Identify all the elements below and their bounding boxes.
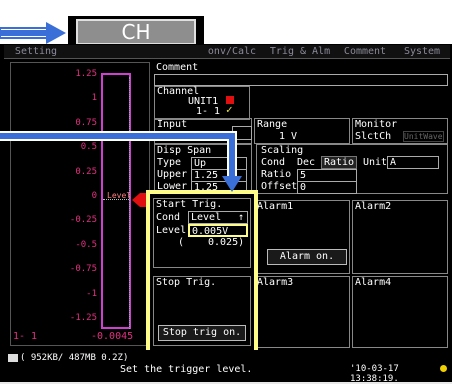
tab-setting[interactable]: Setting: [6, 46, 66, 58]
scaling-group: Scaling Cond Dec Ratio Unit A Ratio 5 Of…: [256, 144, 448, 194]
start-trig-group: Start Trig. Cond Level ↑ Level 0.005V ( …: [153, 198, 251, 268]
status-datetime: '10-03-17 13:38:19.: [350, 364, 399, 384]
start-trig-cond-field[interactable]: Level ↑: [188, 211, 248, 224]
y-tick-label: 1.25: [75, 69, 97, 79]
status-bar: ( 952KB/ 487MB 0.2Z) Set the trigger lev…: [0, 350, 452, 384]
y-tick-label: -0.25: [69, 215, 97, 226]
guide-arrow-icon: [0, 131, 242, 192]
check-icon: ✓: [226, 103, 233, 116]
scaling-cond-dec[interactable]: Dec: [297, 157, 315, 168]
alarm3-label: Alarm3: [257, 277, 294, 288]
alarm-on-button[interactable]: Alarm on.: [267, 249, 347, 265]
monitor-dim-option[interactable]: UnitWave: [403, 131, 444, 142]
waveform-bottom-value: -0.0045: [91, 331, 134, 342]
stop-trig-label: Stop Trig.: [156, 277, 217, 288]
waveform-range-box: [101, 73, 131, 329]
monitor-value[interactable]: SlctCh: [355, 131, 391, 142]
alarm2-group: Alarm2: [352, 200, 448, 274]
start-trig-cond-value: Level: [191, 212, 222, 223]
tab-conv-calc[interactable]: onv/Calc: [204, 46, 260, 58]
scaling-cond-ratio[interactable]: Ratio: [321, 156, 357, 169]
start-trig-level-label: Level: [156, 225, 187, 236]
channel-number[interactable]: 1- 1: [196, 106, 220, 117]
monitor-group: Monitor SlctCh UnitWave: [352, 118, 448, 144]
waveform-grid-line: [129, 77, 130, 329]
comment-field[interactable]: [154, 74, 448, 86]
alarm4-group: Alarm4: [352, 276, 448, 348]
memory-icon: [8, 354, 18, 362]
tab-system[interactable]: System: [396, 46, 448, 58]
start-trig-level-field[interactable]: 0.005V: [188, 224, 248, 237]
monitor-label: Monitor: [355, 119, 398, 130]
alarm4-label: Alarm4: [355, 277, 392, 288]
y-tick-label: -1.25: [69, 313, 97, 323]
scaling-cond-label: Cond: [261, 157, 286, 168]
alarm2-label: Alarm2: [355, 201, 392, 212]
memory-status: ( 952KB/ 487MB 0.2Z): [20, 353, 129, 363]
y-tick-label: -0.75: [69, 264, 97, 275]
stop-trig-button[interactable]: Stop trig on.: [158, 325, 246, 341]
start-trig-label: Start Trig.: [156, 199, 223, 210]
scaling-offset-label: Offset: [261, 181, 298, 192]
range-group: Range 1 V: [254, 118, 350, 144]
y-tick-label: 1: [91, 93, 97, 104]
comment-label: Comment: [156, 62, 199, 73]
start-trig-level-paren: (: [178, 237, 185, 248]
scaling-unit-field[interactable]: A: [387, 156, 439, 169]
waveform-channel-label: 1- 1: [13, 331, 38, 342]
up-arrow-icon: ↑: [237, 212, 244, 223]
alarm3-group: Alarm3: [254, 276, 350, 348]
scaling-ratio-label: Ratio: [261, 169, 292, 180]
start-trig-cond-label: Cond: [156, 212, 181, 223]
scaling-unit-label: Unit: [363, 157, 388, 168]
alarm1-group: Alarm1 Alarm on.: [254, 200, 350, 274]
scaling-label: Scaling: [261, 145, 304, 156]
tab-trig-alm[interactable]: Trig & Alm: [264, 46, 336, 58]
waveform-panel: 1.25 1 0.75 0.5 0.25 0 -0.25 -0.5 -0.75 -1 -1.25 L…: [10, 62, 150, 346]
stop-trig-group: Stop Trig. Stop trig on.: [153, 276, 251, 346]
status-message: Set the trigger level.: [120, 364, 253, 375]
y-tick-label: -1: [86, 288, 97, 299]
start-trig-level-sub: 0.025): [208, 237, 245, 248]
range-value[interactable]: 1 V: [279, 131, 297, 142]
range-label: Range: [257, 119, 288, 130]
y-tick-label: -0.5: [75, 239, 97, 250]
tab-bar: Setting onv/Calc Trig & Alm Comment Syst…: [4, 45, 450, 59]
tab-comment[interactable]: Comment: [338, 46, 392, 58]
ch-key-label: CH: [76, 19, 196, 45]
indicator-dot-icon: [440, 365, 447, 372]
alarm1-label: Alarm1: [257, 201, 294, 212]
arrow-right-icon: [0, 22, 66, 44]
scaling-offset-field[interactable]: 0: [297, 181, 357, 194]
